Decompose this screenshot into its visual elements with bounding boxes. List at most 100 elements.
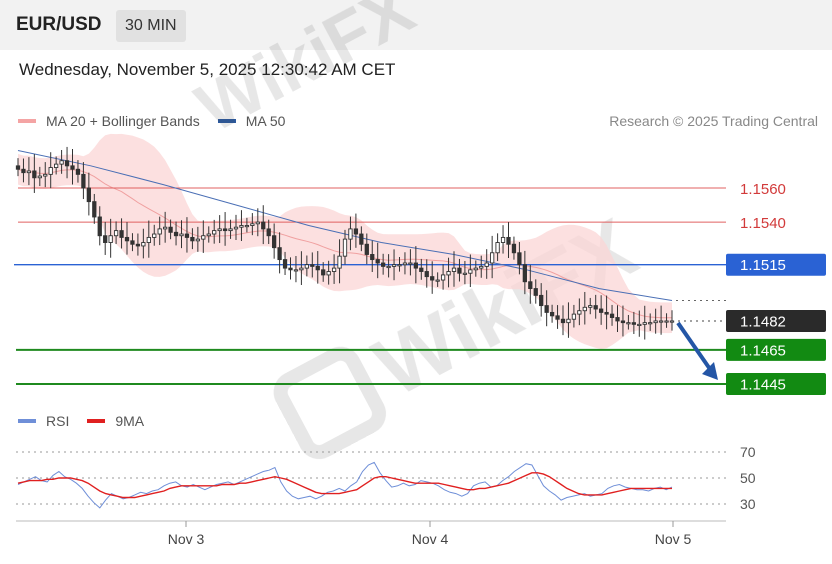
- candle-body: [217, 228, 222, 232]
- candle-body: [179, 233, 184, 237]
- candle-body: [555, 315, 560, 320]
- candle-body: [157, 228, 162, 235]
- candle-body: [642, 322, 647, 325]
- candle-body: [631, 322, 636, 325]
- candle-body: [119, 230, 124, 238]
- candle-body: [413, 262, 418, 269]
- candle-body: [435, 279, 440, 282]
- candle-body: [571, 313, 577, 320]
- candle-body: [658, 320, 664, 323]
- forecast-arrow-head: [702, 362, 718, 380]
- candle-body: [321, 269, 326, 276]
- candle-body: [201, 235, 206, 240]
- candle-body: [511, 243, 517, 254]
- candle-body: [293, 269, 299, 272]
- candle-body: [353, 228, 359, 235]
- candle-body: [500, 236, 506, 243]
- candle-body: [582, 306, 587, 312]
- candle-body: [424, 271, 429, 278]
- candle-body: [391, 264, 397, 267]
- candle-body: [473, 267, 478, 271]
- candle-body: [184, 233, 190, 238]
- candle-body: [239, 225, 244, 228]
- candle-body: [86, 187, 91, 203]
- candle-body: [560, 318, 566, 324]
- candle-body: [250, 223, 255, 226]
- x-tick-label: Nov 4: [412, 531, 449, 547]
- candle-body: [75, 168, 81, 175]
- candle-body: [468, 269, 473, 274]
- candle-body: [108, 235, 113, 243]
- candle-body: [615, 317, 620, 322]
- candle-body: [446, 271, 451, 276]
- candle-body: [299, 267, 304, 271]
- candle-body: [206, 233, 211, 237]
- candle-body: [342, 238, 348, 257]
- candle-body: [113, 230, 119, 237]
- candle-body: [64, 160, 70, 167]
- candle-body: [359, 233, 364, 245]
- candle-body: [233, 226, 239, 230]
- candle-body: [653, 320, 658, 324]
- candle-body: [222, 228, 228, 232]
- candle-body: [255, 221, 260, 225]
- candle-body: [92, 201, 97, 218]
- candle-body: [266, 228, 271, 237]
- candle-body: [484, 262, 489, 267]
- level-label-1.1560: 1.1560: [740, 181, 786, 198]
- candle-body: [495, 242, 500, 254]
- candle-body: [195, 238, 200, 242]
- candle-body: [364, 243, 369, 255]
- candle-body: [124, 236, 130, 242]
- candle-body: [566, 318, 571, 324]
- rsi-tick-30: 30: [740, 496, 756, 512]
- candle-body: [168, 226, 173, 233]
- candle-body: [419, 267, 424, 272]
- candle-body: [588, 305, 593, 308]
- candle-body: [304, 264, 309, 269]
- candle-body: [54, 163, 59, 168]
- watermark-logo-icon: [273, 346, 386, 460]
- candle-body: [26, 170, 32, 174]
- candle-body: [315, 265, 320, 271]
- candle-body: [462, 272, 468, 275]
- watermark-text-top: WikiFX: [184, 0, 426, 147]
- candle-body: [135, 243, 141, 247]
- candle-body: [669, 320, 675, 323]
- candle-body: [277, 247, 282, 261]
- candle-body: [440, 274, 446, 281]
- candle-body: [190, 236, 195, 242]
- candle-body: [522, 264, 527, 283]
- chart-canvas: WikiFX WikiFX 1.15601.15401.15151.14821.…: [14, 0, 826, 547]
- rsi-series-rsi: [17, 461, 673, 509]
- candle-body: [479, 265, 484, 269]
- candle-body: [386, 265, 391, 269]
- candle-body: [599, 308, 604, 313]
- x-tick-label: Nov 5: [655, 531, 692, 547]
- candle-body: [48, 167, 53, 175]
- candle-body: [397, 264, 402, 267]
- candle-body: [490, 252, 495, 264]
- x-axis: Nov 3 Nov 4 Nov 5: [16, 520, 726, 547]
- candle-body: [37, 175, 42, 179]
- candle-body: [604, 311, 609, 315]
- candle-body: [163, 226, 168, 230]
- candle-body: [430, 276, 435, 281]
- forecast-arrow-shaft: [676, 321, 714, 374]
- rsi-tick-70: 70: [740, 444, 756, 460]
- candle-body: [152, 233, 157, 238]
- candle-body: [337, 255, 342, 269]
- candle-body: [43, 173, 48, 177]
- level-label-1.1515: 1.1515: [740, 257, 786, 274]
- candle-body: [664, 320, 669, 323]
- candle-body: [637, 323, 642, 326]
- candle-body: [70, 165, 75, 170]
- candle-body: [288, 267, 293, 271]
- candle-body: [626, 322, 631, 325]
- rsi-tick-50: 50: [740, 470, 756, 486]
- rsi-pane: 70 50 30: [16, 444, 756, 512]
- candle-body: [408, 262, 413, 265]
- candle-body: [261, 221, 266, 230]
- candle-body: [402, 262, 408, 266]
- candle-body: [549, 311, 555, 317]
